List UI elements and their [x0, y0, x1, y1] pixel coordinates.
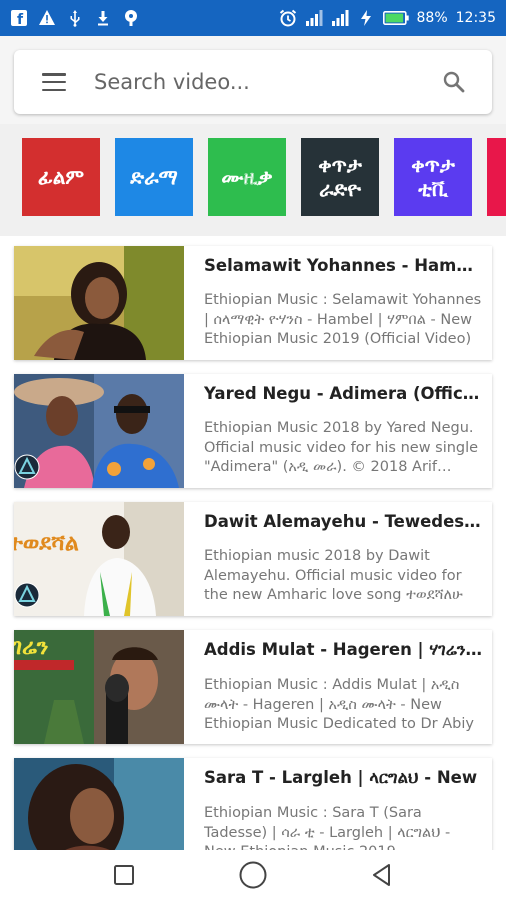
video-title: Addis Mulat - Hageren | ሃገሬን | New	[204, 640, 484, 659]
svg-text:ገሬን: ገሬን	[14, 635, 48, 660]
home-icon	[239, 861, 267, 889]
usb-icon	[70, 10, 80, 27]
video-description: Ethiopian Music : Addis Mulat | አዲስ ሙላት …	[204, 677, 474, 732]
video-description: Ethiopian Music : Sara T (Sara Tadesse) …	[204, 805, 451, 850]
video-title: Dawit Alemayehu - Tewedeshalehu	[204, 512, 484, 531]
system-icons: 88% 12:35	[279, 9, 496, 27]
video-thumbnail	[14, 374, 184, 488]
home-button[interactable]	[237, 859, 269, 891]
video-card[interactable]: ገሬን Addis Mulat - Hageren | ሃገሬን | New E…	[14, 630, 492, 744]
menu-icon[interactable]	[42, 73, 66, 91]
charging-icon	[360, 10, 371, 26]
category-more[interactable]: ፕ	[487, 138, 506, 216]
video-thumbnail: ገሬን	[14, 630, 184, 744]
video-card[interactable]: Yared Negu - Adimera (Official Video) Et…	[14, 374, 492, 488]
video-title: Yared Negu - Adimera (Official Video)	[204, 384, 484, 403]
back-button[interactable]	[366, 859, 398, 891]
search-icon[interactable]	[442, 70, 466, 94]
video-thumbnail	[14, 246, 184, 360]
status-bar: f 88% 12:35	[0, 0, 506, 36]
category-label: ድራማ	[130, 165, 178, 189]
navigation-bar	[0, 850, 506, 900]
search-bar	[14, 50, 492, 114]
category-label: ፊልም	[37, 165, 85, 189]
alarm-icon	[279, 9, 296, 27]
video-description: Ethiopian music 2018 by Dawit Alemayehu.…	[204, 548, 463, 603]
category-strip: ፊልም ድራማ ሙዚቃ ቀጥታ ራድዮ ቀጥታ ቲቪ ፕ	[0, 124, 506, 236]
video-thumbnail	[14, 758, 184, 850]
recents-icon	[114, 865, 135, 885]
category-live-radio[interactable]: ቀጥታ ራድዮ	[301, 138, 379, 216]
video-info: Selamawit Yohannes - Hambel Ethiopian Mu…	[184, 246, 492, 360]
back-icon	[372, 864, 390, 886]
battery-icon	[382, 11, 409, 25]
category-label: ሙዚቃ	[221, 165, 273, 189]
video-info: Yared Negu - Adimera (Official Video) Et…	[184, 374, 492, 488]
category-label: ቀጥታ ራድዮ	[318, 153, 362, 201]
warning-icon	[39, 10, 55, 25]
video-card[interactable]: Selamawit Yohannes - Hambel Ethiopian Mu…	[14, 246, 492, 360]
video-title: Sara T - Largleh | ላርግልህ - New	[204, 768, 478, 787]
video-info: Dawit Alemayehu - Tewedeshalehu Ethiopia…	[184, 502, 492, 616]
video-card[interactable]: Sara T - Largleh | ላርግልህ - New Ethiopian…	[14, 758, 492, 850]
battery-percent: 88%	[416, 10, 448, 26]
video-description: Ethiopian Music : Selamawit Yohannes | ሰ…	[204, 292, 482, 347]
facebook-icon: f	[11, 10, 27, 27]
clock: 12:35	[455, 10, 496, 26]
video-info: Addis Mulat - Hageren | ሃገሬን | New Ethio…	[184, 630, 492, 744]
signal-icon	[305, 10, 323, 26]
svg-text:f: f	[17, 12, 24, 27]
video-card[interactable]: ተወደሻል Dawit Alemayehu - Tewedeshalehu Et…	[14, 502, 492, 616]
recents-button[interactable]	[108, 859, 140, 891]
video-info: Sara T - Largleh | ላርግልህ - New Ethiopian…	[184, 758, 492, 850]
search-area	[0, 36, 506, 124]
shield-icon	[125, 10, 137, 26]
video-thumbnail: ተወደሻል	[14, 502, 184, 616]
search-input[interactable]	[94, 70, 424, 94]
category-live-tv[interactable]: ቀጥታ ቲቪ	[394, 138, 472, 216]
category-label: ቀጥታ ቲቪ	[411, 153, 455, 201]
category-drama[interactable]: ድራማ	[115, 138, 193, 216]
video-description: Ethiopian Music 2018 by Yared Negu. Offi…	[204, 420, 479, 475]
signal-icon-2	[331, 10, 349, 26]
category-music[interactable]: ሙዚቃ	[208, 138, 286, 216]
category-film[interactable]: ፊልም	[22, 138, 100, 216]
svg-text:ተወደሻል: ተወደሻል	[14, 531, 79, 556]
download-icon	[98, 11, 108, 26]
video-title: Selamawit Yohannes - Hambel	[204, 256, 484, 275]
video-list: Selamawit Yohannes - Hambel Ethiopian Mu…	[0, 236, 506, 850]
notification-icons: f	[10, 9, 140, 27]
